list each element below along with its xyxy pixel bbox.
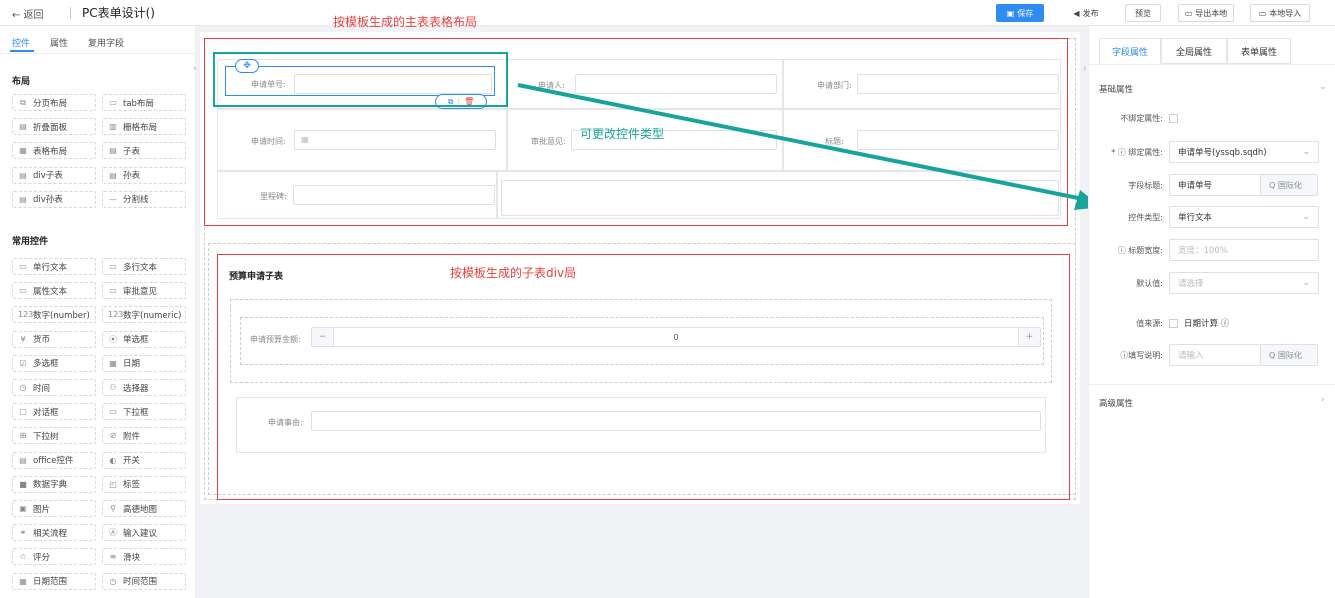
desc-input[interactable]: 请输入: [1169, 344, 1261, 366]
field-title-input[interactable]: 申请单号: [1169, 174, 1261, 196]
bind-select[interactable]: 申请单号(yssqb.sqdh) ⌄: [1169, 141, 1319, 163]
width-row: ⓘ 标题宽度: 宽度：100%: [1089, 239, 1319, 261]
chevron-down-icon[interactable]: ⌄: [1319, 82, 1327, 92]
type-row: 控件类型: 单行文本 ⌄: [1089, 206, 1319, 228]
tab-form-props[interactable]: 表单属性: [1227, 38, 1291, 64]
section-basic-props[interactable]: 基础属性: [1099, 83, 1133, 95]
chevron-down-icon: ⌄: [1302, 278, 1310, 288]
reason-input[interactable]: [311, 411, 1041, 431]
amount-stepper[interactable]: 0: [311, 327, 1041, 347]
sub-table-div: 预算申请子表 申请预算金额: 0 − + 申请事由:: [217, 254, 1070, 500]
subtable-title: 预算申请子表: [229, 272, 284, 282]
chevron-down-icon: ⌄: [1302, 212, 1310, 222]
desc-i18n-button[interactable]: Q 国际化: [1260, 344, 1318, 366]
unbound-checkbox[interactable]: [1169, 114, 1178, 123]
unbound-row: 不绑定属性:: [1089, 113, 1178, 124]
chevron-right-icon[interactable]: ›: [1321, 395, 1325, 405]
amount-label: 申请预算金额:: [250, 335, 301, 344]
default-row: 默认值: 请选择 ⌄: [1089, 272, 1319, 294]
section-advanced-props[interactable]: 高级属性: [1099, 397, 1133, 409]
title-row: 字段标题: 申请单号 Q 国际化: [1089, 174, 1318, 196]
reason-label: 申请事由:: [268, 418, 303, 427]
right-panel: 字段属性 全局属性 表单属性 基础属性 ⌄ 不绑定属性: * ⓘ 绑定属性: 申…: [1088, 26, 1335, 598]
source-row: 值来源: 日期计算 ⓘ: [1136, 318, 1230, 329]
width-input[interactable]: 宽度：100%: [1169, 239, 1319, 261]
bind-row: * ⓘ 绑定属性: 申请单号(yssqb.sqdh) ⌄: [1089, 141, 1319, 163]
plus-button[interactable]: +: [1018, 328, 1040, 346]
default-select[interactable]: 请选择 ⌄: [1169, 272, 1319, 294]
desc-row: ⓘ填写说明: 请输入 Q 国际化: [1089, 344, 1318, 366]
chevron-down-icon: ⌄: [1302, 147, 1310, 157]
date-calc-checkbox[interactable]: [1169, 318, 1178, 328]
collapse-right-icon[interactable]: ›: [1083, 64, 1087, 74]
tab-field-props[interactable]: 字段属性: [1099, 38, 1161, 64]
minus-button[interactable]: −: [312, 328, 334, 346]
type-select[interactable]: 单行文本 ⌄: [1169, 206, 1319, 228]
tab-global-props[interactable]: 全局属性: [1161, 38, 1227, 64]
i18n-button[interactable]: Q 国际化: [1260, 174, 1318, 196]
